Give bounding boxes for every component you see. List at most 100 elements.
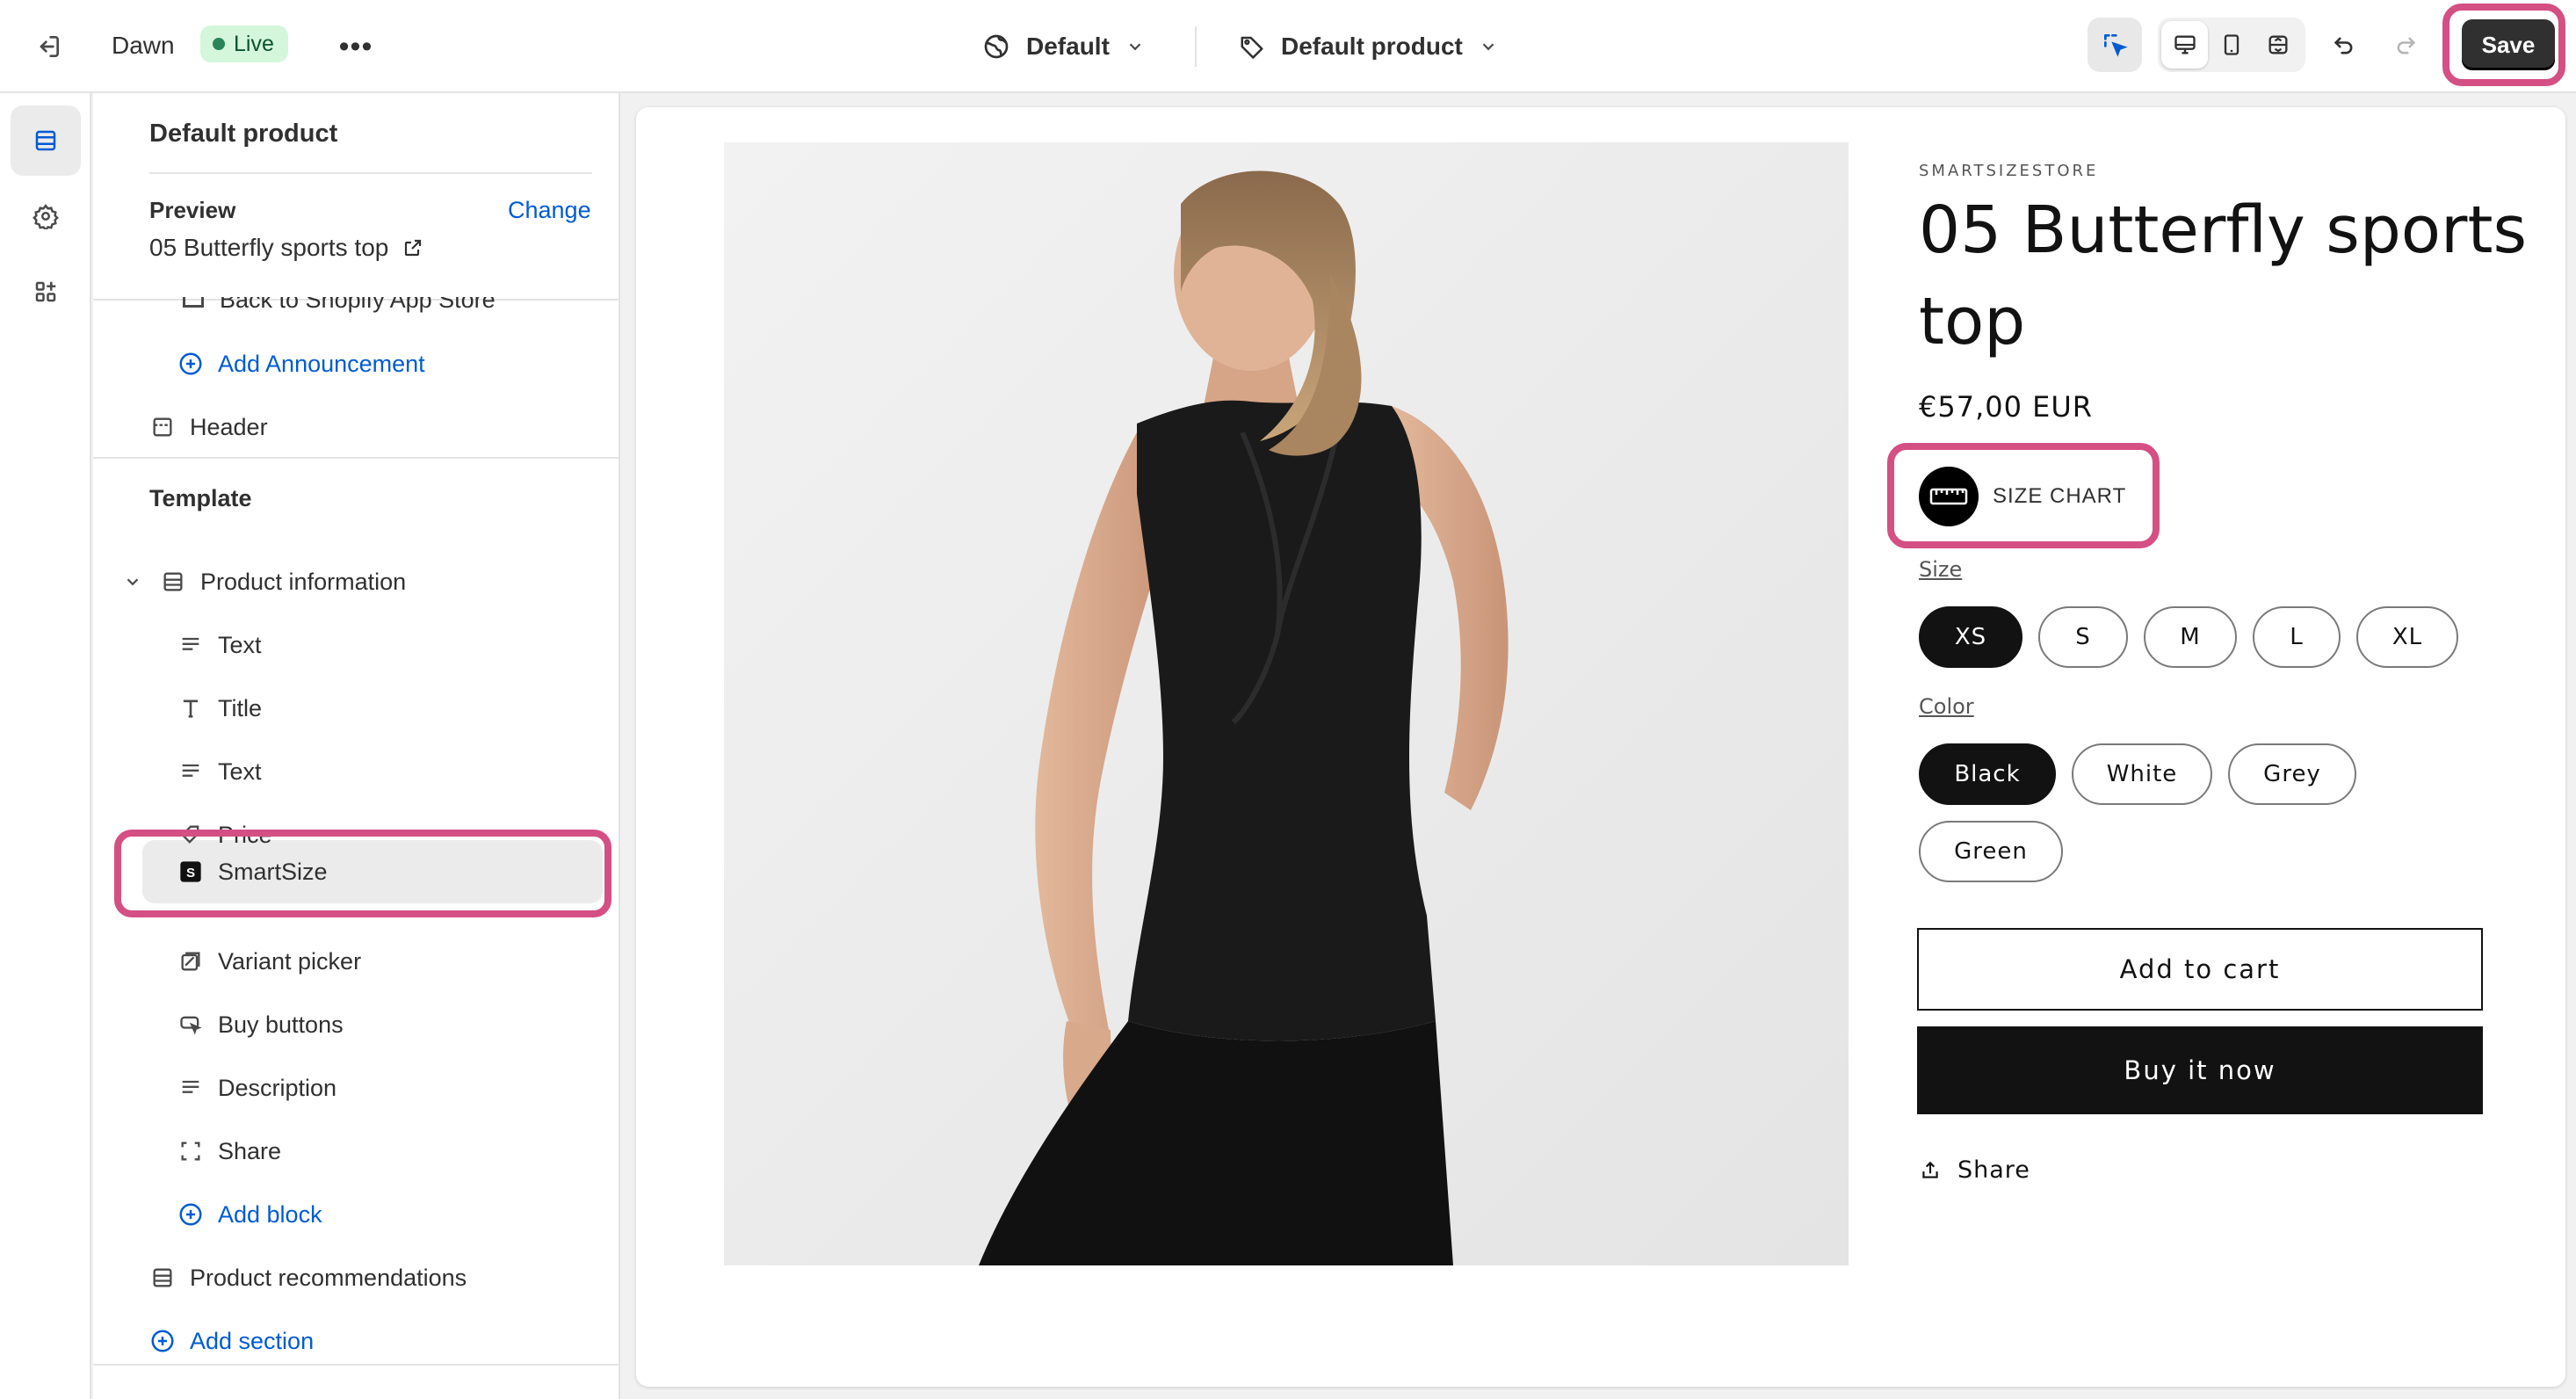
plus-circle-icon xyxy=(151,1330,174,1352)
change-preview-link[interactable]: Change xyxy=(508,197,591,224)
add-announcement-label: Add Announcement xyxy=(218,350,425,377)
divider xyxy=(93,457,619,459)
preview-product[interactable]: 05 Butterfly sports top xyxy=(149,234,423,262)
add-announcement-button[interactable]: Add Announcement xyxy=(177,337,425,390)
block-item-variant-picker[interactable]: Variant picker xyxy=(177,935,361,988)
product-vendor: SMARTSIZESTORE xyxy=(1919,162,2099,180)
share-frame-icon xyxy=(181,1142,200,1161)
undo-icon xyxy=(2334,37,2353,54)
sidebar-title: Default product xyxy=(149,120,338,148)
sidebar-item-product-recommendations[interactable]: Product recommendations xyxy=(149,1251,467,1304)
size-option-s[interactable]: S xyxy=(2038,606,2128,668)
gear-icon xyxy=(33,204,59,229)
share-label: Share xyxy=(1957,1156,2030,1184)
block-item-label: Title xyxy=(218,694,263,721)
device-view-group xyxy=(2158,18,2305,72)
chevron-down-icon xyxy=(1482,43,1494,51)
chevron-down-icon xyxy=(127,578,139,586)
product-price: €57,00 EUR xyxy=(1919,390,2094,424)
theme-context-label: Default xyxy=(1026,33,1110,60)
size-option-xl[interactable]: XL xyxy=(2356,606,2458,668)
fullscreen-view-button[interactable] xyxy=(2255,21,2302,69)
theme-settings-nav-button[interactable] xyxy=(11,181,81,251)
editor-nav-rail xyxy=(0,93,91,1399)
title-icon xyxy=(183,700,199,718)
add-section-button[interactable]: Add section xyxy=(149,1315,314,1367)
select-cursor-icon xyxy=(2104,34,2128,57)
section-icon xyxy=(153,1268,172,1287)
clipped-item-label: Back to Shopify App Store xyxy=(220,297,496,313)
inspector-toggle-button[interactable] xyxy=(2088,18,2142,72)
more-actions-button[interactable]: ••• xyxy=(334,25,378,69)
block-item-label: Description xyxy=(218,1074,337,1101)
color-option-white[interactable]: White xyxy=(2072,743,2212,805)
product-image[interactable] xyxy=(724,142,1849,1265)
sidebar-item-label: Product recommendations xyxy=(190,1264,467,1291)
block-item-share[interactable]: Share xyxy=(177,1125,281,1178)
buy-it-now-button[interactable]: Buy it now xyxy=(1917,1026,2483,1114)
sections-sidebar: Default product Preview Change 05 Butter… xyxy=(93,93,620,1399)
block-item-text[interactable]: Text xyxy=(177,745,262,798)
undo-button[interactable] xyxy=(2319,21,2369,70)
preview-product-name: 05 Butterfly sports top xyxy=(149,234,389,261)
section-icon xyxy=(163,572,183,591)
top-bar: Dawn Live ••• Default Default product Sa… xyxy=(0,0,2576,93)
theme-context-selector[interactable]: Default xyxy=(982,23,1145,70)
plus-circle-icon xyxy=(179,352,202,375)
block-item-text[interactable]: Text xyxy=(177,619,262,671)
sidebar-item-label: Product information xyxy=(200,568,407,595)
apps-icon xyxy=(35,281,56,302)
size-option-l[interactable]: L xyxy=(2253,606,2341,668)
template-group-label: Template xyxy=(149,485,252,511)
color-option-grey[interactable]: Grey xyxy=(2228,743,2356,805)
desktop-view-button[interactable] xyxy=(2161,21,2209,69)
block-item-title[interactable]: Title xyxy=(177,682,262,735)
text-icon xyxy=(182,637,199,650)
app-embeds-nav-button[interactable] xyxy=(11,257,81,327)
plus-circle-icon xyxy=(179,1203,202,1226)
block-item-buy-buttons[interactable]: Buy buttons xyxy=(177,998,344,1051)
variant-picker-icon xyxy=(181,952,200,971)
model-photo-illustration xyxy=(724,142,1849,1265)
smartsize-highlight-annotation xyxy=(114,830,611,917)
mobile-view-button[interactable] xyxy=(2208,21,2254,69)
mobile-icon xyxy=(2224,34,2240,55)
size-option-label: Size xyxy=(1919,557,1963,582)
add-section-label: Add section xyxy=(190,1327,315,1354)
storefront-preview: SMARTSIZESTORE 05 Butterfly sports top €… xyxy=(636,107,2565,1387)
block-item-label: Text xyxy=(218,631,262,658)
sections-icon xyxy=(35,130,56,151)
color-option-black[interactable]: Black xyxy=(1919,743,2056,805)
sidebar-item-label: Header xyxy=(190,413,268,440)
redo-button[interactable] xyxy=(2381,21,2430,70)
add-block-button[interactable]: Add block xyxy=(177,1188,322,1241)
share-button[interactable]: Share xyxy=(1919,1156,2030,1184)
size-chart-highlight-annotation xyxy=(1887,443,2160,548)
size-option-xs[interactable]: XS xyxy=(1919,606,2022,668)
block-item-label: Buy buttons xyxy=(218,1011,344,1038)
template-selector-label: Default product xyxy=(1281,33,1463,60)
live-dot-icon xyxy=(213,38,225,50)
share-icon xyxy=(1922,1161,1938,1178)
preview-label: Preview xyxy=(149,197,236,223)
globe-icon xyxy=(984,34,1009,59)
block-item-label: Text xyxy=(218,757,262,785)
section-icon xyxy=(153,417,172,437)
sidebar-item-header[interactable]: Header xyxy=(149,401,268,453)
save-button[interactable]: Save xyxy=(2462,19,2555,70)
template-selector[interactable]: Default product xyxy=(1239,23,1498,70)
clipped-sidebar-item[interactable]: Back to Shopify App Store xyxy=(93,297,619,316)
desktop-icon xyxy=(2174,35,2196,54)
sections-nav-button[interactable] xyxy=(11,105,81,176)
block-item-description[interactable]: Description xyxy=(177,1062,336,1114)
tag-icon xyxy=(1241,36,1263,59)
redo-icon xyxy=(2397,37,2416,54)
add-to-cart-button[interactable]: Add to cart xyxy=(1917,928,2483,1011)
text-icon xyxy=(182,764,199,777)
color-option-green[interactable]: Green xyxy=(1919,821,2063,882)
size-option-m[interactable]: M xyxy=(2144,606,2237,668)
sidebar-item-product-information[interactable]: Product information xyxy=(119,555,406,608)
divider xyxy=(149,172,592,174)
exit-editor-button[interactable] xyxy=(26,25,70,69)
color-option-label: Color xyxy=(1919,694,1974,719)
